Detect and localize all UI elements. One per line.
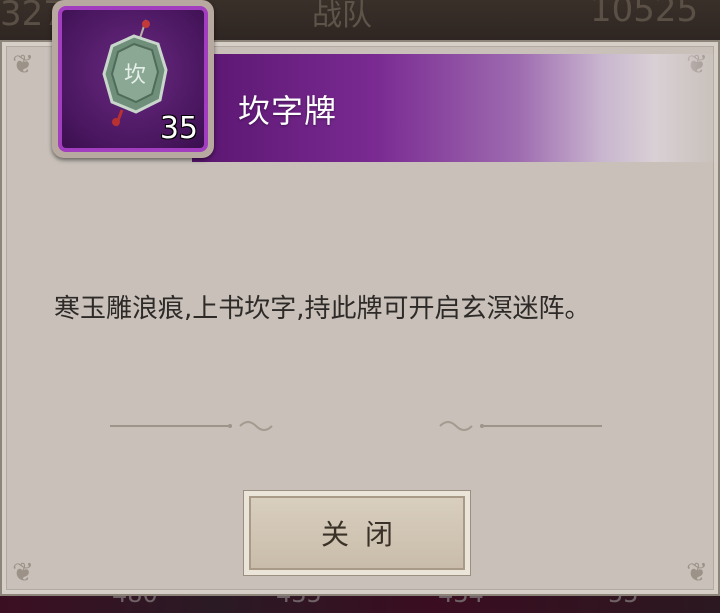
item-name: 坎字牌 — [238, 92, 338, 130]
item-quantity: 35 — [159, 111, 198, 146]
item-icon-slot: 坎 35 — [58, 6, 208, 152]
corner-ornament-icon: ❦ — [686, 558, 708, 588]
pendant-glyph: 坎 — [124, 63, 146, 88]
corner-ornament-icon: ❦ — [12, 50, 34, 80]
close-button-label: 关闭 — [249, 496, 465, 570]
divider-right-icon — [439, 421, 602, 431]
close-button[interactable]: 关闭 — [243, 490, 471, 576]
background-title: 战队 — [312, 0, 372, 33]
divider-left-icon — [110, 421, 273, 431]
item-icon-frame: 坎 35 — [52, 0, 214, 158]
corner-ornament-icon: ❦ — [12, 558, 34, 588]
item-description: 寒玉雕浪痕,上书坎字,持此牌可开启玄溟迷阵。 — [54, 294, 591, 324]
background-number-right: 10525 — [590, 0, 699, 30]
